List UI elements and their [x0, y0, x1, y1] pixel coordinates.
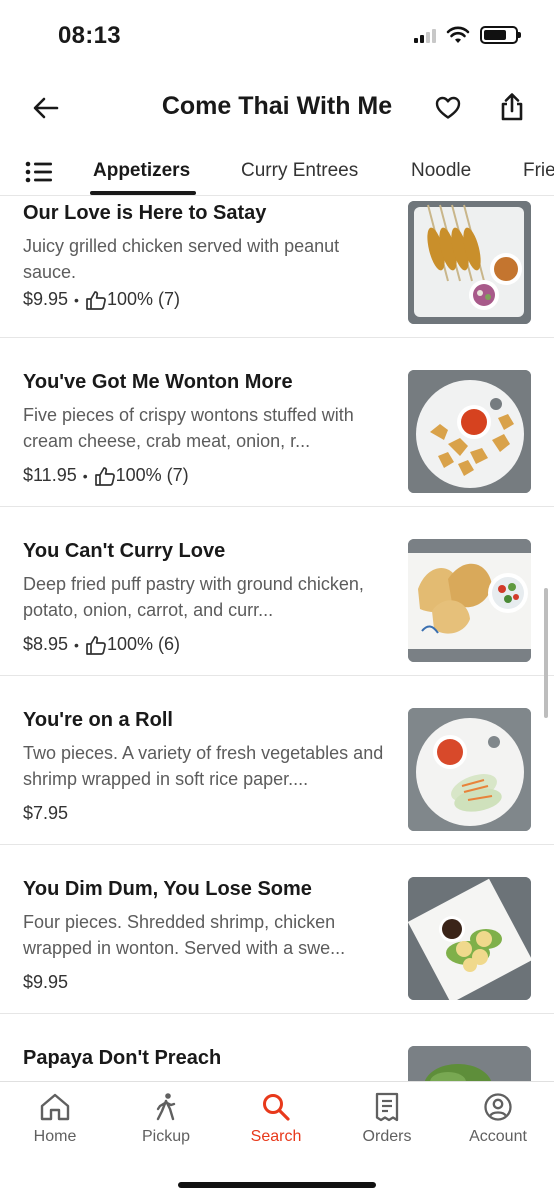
- battery-icon: [480, 26, 521, 44]
- separator-dot: •: [74, 291, 79, 308]
- nav-orders[interactable]: Orders: [337, 1092, 437, 1146]
- item-image: [408, 539, 531, 662]
- separator-dot: •: [82, 467, 88, 484]
- nav-account[interactable]: Account: [448, 1092, 548, 1146]
- list-item[interactable]: You're on a Roll Two pieces. A variety o…: [0, 676, 554, 845]
- item-description: Juicy grilled chicken served with peanut…: [23, 236, 340, 282]
- heart-icon: [435, 96, 461, 119]
- item-description: Deep fried puff pastry with ground chick…: [23, 574, 364, 620]
- thumbs-up-icon: [85, 635, 107, 655]
- item-price: $9.95: [23, 289, 69, 309]
- nav-label: Search: [250, 1128, 302, 1145]
- papaya-salad-image: [408, 1046, 531, 1081]
- orders-receipt-icon: [375, 1092, 399, 1122]
- cellular-signal-icon: [414, 27, 436, 43]
- item-rating: 100% (7): [115, 465, 189, 485]
- item-name: Papaya Don't Preach: [23, 1047, 222, 1069]
- tab-curry-entrees[interactable]: Curry Entrees: [241, 160, 358, 182]
- chicken-satay-image: [408, 201, 531, 324]
- tab-fried[interactable]: Frie: [523, 160, 554, 182]
- scroll-indicator[interactable]: [544, 588, 548, 718]
- item-name: You're on a Roll: [23, 709, 173, 731]
- item-name: Our Love is Here to Satay: [23, 202, 267, 224]
- item-price: $9.95: [23, 972, 69, 992]
- favorite-button[interactable]: [430, 90, 466, 126]
- list-item[interactable]: Our Love is Here to Satay Juicy grilled …: [0, 197, 554, 338]
- item-name: You Dim Dum, You Lose Some: [23, 878, 312, 900]
- search-icon: [263, 1094, 290, 1121]
- nav-label: Orders: [362, 1128, 412, 1145]
- item-image: [408, 1046, 531, 1081]
- nav-search[interactable]: Search: [226, 1092, 326, 1146]
- list-icon: [25, 161, 52, 183]
- item-meta: $9.95 • 100% (7): [23, 289, 180, 310]
- item-image: [408, 877, 531, 1000]
- nav-label: Pickup: [141, 1128, 191, 1145]
- list-item[interactable]: You Can't Curry Love Deep fried puff pas…: [0, 507, 554, 676]
- item-image: [408, 201, 531, 324]
- list-item[interactable]: Papaya Don't Preach: [0, 1014, 554, 1081]
- nav-label: Account: [469, 1128, 527, 1145]
- nav-home[interactable]: Home: [5, 1092, 105, 1146]
- status-bar: 08:13: [0, 0, 554, 72]
- curry-puffs-image: [408, 539, 531, 662]
- item-meta: $11.95 • 100% (7): [23, 465, 189, 486]
- item-meta: $9.95: [23, 972, 68, 993]
- home-indicator: [178, 1182, 376, 1188]
- item-meta: $8.95 • 100% (6): [23, 634, 180, 655]
- thumbs-up-icon: [94, 466, 116, 486]
- item-meta: $7.95: [23, 803, 68, 824]
- item-rating: 100% (7): [106, 289, 180, 309]
- item-description: Five pieces of crispy wontons stuffed wi…: [23, 405, 354, 451]
- menu-item-list: Our Love is Here to Satay Juicy grilled …: [0, 197, 554, 1081]
- page-title: Come Thai With Me: [161, 92, 393, 120]
- list-item[interactable]: You've Got Me Wonton More Five pieces of…: [0, 338, 554, 507]
- bottom-navigation: Home Pickup Search Orders Account: [0, 1081, 554, 1200]
- item-name: You Can't Curry Love: [23, 540, 226, 562]
- wifi-icon: [446, 26, 470, 43]
- home-icon: [40, 1093, 70, 1121]
- category-list-button[interactable]: [22, 158, 56, 186]
- account-icon: [484, 1093, 512, 1121]
- item-description: Two pieces. A variety of fresh vegetable…: [23, 743, 384, 789]
- nav-label: Home: [33, 1128, 77, 1145]
- tab-noodle[interactable]: Noodle: [411, 160, 471, 182]
- tab-appetizers[interactable]: Appetizers: [93, 160, 190, 182]
- item-name: You've Got Me Wonton More: [23, 371, 293, 393]
- active-tab-indicator: [90, 191, 196, 195]
- nav-pickup[interactable]: Pickup: [116, 1092, 216, 1146]
- item-image: [408, 708, 531, 831]
- share-icon: [501, 93, 523, 121]
- item-rating: 100% (6): [106, 634, 180, 654]
- pickup-walk-icon: [156, 1093, 176, 1121]
- fresh-rolls-image: [408, 708, 531, 831]
- store-header: Come Thai With Me: [0, 80, 554, 136]
- thumbs-up-icon: [85, 290, 107, 310]
- item-image: [408, 370, 531, 493]
- item-price: $7.95: [23, 803, 69, 823]
- item-price: $11.95: [23, 465, 77, 485]
- status-time: 08:13: [58, 22, 121, 49]
- item-price: $8.95: [23, 634, 69, 654]
- separator-dot: •: [74, 636, 79, 653]
- category-tabs: Appetizers Curry Entrees Noodle Frie: [0, 148, 554, 196]
- share-button[interactable]: [494, 88, 530, 126]
- wontons-image: [408, 370, 531, 493]
- list-item[interactable]: You Dim Dum, You Lose Some Four pieces. …: [0, 845, 554, 1014]
- dim-sum-image: [408, 877, 531, 1000]
- item-description: Four pieces. Shredded shrimp, chicken wr…: [23, 912, 346, 958]
- status-icons: [414, 26, 521, 44]
